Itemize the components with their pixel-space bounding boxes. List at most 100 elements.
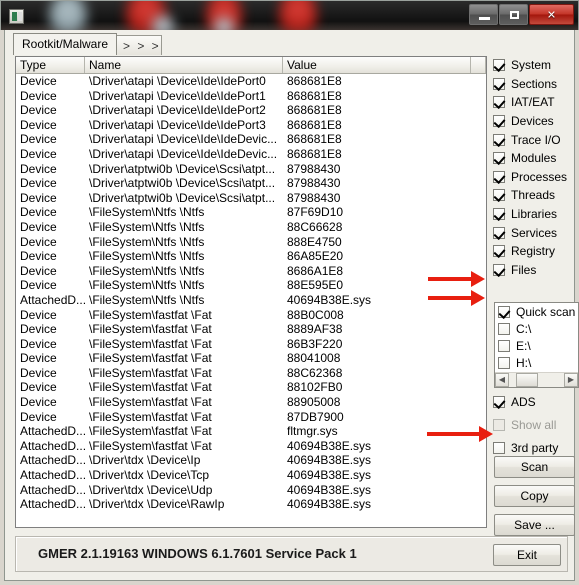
cell-value: 868681E8 [287, 132, 342, 147]
drive-list-hscrollbar[interactable]: ◀ ▶ [495, 372, 578, 387]
option-services[interactable]: Services [493, 223, 579, 242]
option-processes[interactable]: Processes [493, 168, 579, 187]
cell-type: Device [20, 176, 57, 191]
tab-label: > > > [123, 39, 161, 53]
cell-type: Device [20, 103, 57, 118]
exit-button[interactable]: Exit [493, 544, 561, 566]
option-files[interactable]: Files [493, 261, 579, 280]
checkbox-icon[interactable] [493, 263, 505, 276]
tab-more[interactable]: > > > [114, 35, 162, 55]
checkbox-icon[interactable] [493, 441, 505, 454]
title-bar[interactable]: ✕ [0, 0, 579, 30]
checkbox-icon[interactable] [493, 170, 505, 183]
table-row[interactable]: Device \Driver\atapi \Device\Ide\IdeDevic… [16, 132, 486, 147]
checkbox-icon[interactable] [493, 77, 505, 90]
column-header-value[interactable]: Value [283, 57, 471, 73]
cell-name: \FileSystem\fastfat \Fat [89, 424, 212, 439]
save-button[interactable]: Save ... [494, 514, 575, 536]
maximize-button[interactable] [499, 4, 528, 25]
table-row[interactable]: Device \FileSystem\fastfat \Fat 8889AF38 [16, 322, 486, 337]
window-controls: ✕ [469, 4, 574, 25]
checkbox-icon[interactable] [498, 339, 510, 352]
checkbox-icon[interactable] [493, 59, 505, 72]
checkbox-icon[interactable] [493, 152, 505, 165]
checkbox-label: Trace I/O [511, 132, 561, 147]
checkbox-icon[interactable] [493, 115, 505, 128]
checkbox-icon[interactable] [493, 208, 505, 221]
option-libraries[interactable]: Libraries [493, 205, 579, 224]
checkbox-label: System [511, 58, 552, 73]
table-row[interactable]: Device \FileSystem\Ntfs \Ntfs 8686A1E8 [16, 264, 486, 279]
table-row[interactable]: Device \FileSystem\fastfat \Fat 87DB7900 [16, 410, 486, 425]
table-row[interactable]: AttachedD... \FileSystem\Ntfs \Ntfs 40694B… [16, 293, 486, 308]
table-row[interactable]: Device \FileSystem\Ntfs \Ntfs 888E4750 [16, 235, 486, 250]
table-row[interactable]: Device \Driver\atapi \Device\Ide\IdePort0… [16, 74, 486, 89]
option-modules[interactable]: Modules [493, 149, 579, 168]
checkbox-icon[interactable] [493, 226, 505, 239]
option-system[interactable]: System [493, 56, 579, 75]
table-row[interactable]: AttachedD... \Driver\tdx \Device\Ip 40694B… [16, 453, 486, 468]
checkbox-icon[interactable] [498, 322, 510, 335]
table-row[interactable]: Device \FileSystem\Ntfs \Ntfs 86A85E20 [16, 249, 486, 264]
close-button[interactable]: ✕ [529, 4, 574, 25]
table-row[interactable]: Device \Driver\atapi \Device\Ide\IdePort3… [16, 118, 486, 133]
table-row[interactable]: Device \FileSystem\Ntfs \Ntfs 88C66628 [16, 220, 486, 235]
copy-button[interactable]: Copy [494, 485, 575, 507]
option-threads[interactable]: Threads [493, 186, 579, 205]
checkbox-icon[interactable] [493, 245, 505, 258]
option-iat-eat[interactable]: IAT/EAT [493, 93, 579, 112]
option-devices[interactable]: Devices [493, 112, 579, 131]
option-sections[interactable]: Sections [493, 75, 579, 94]
results-list[interactable]: Type Name Value Device \Driver\atapi \Dev… [15, 56, 487, 528]
checkbox-icon[interactable] [493, 395, 505, 408]
table-row[interactable]: AttachedD... \FileSystem\fastfat \Fat fltm… [16, 424, 486, 439]
drive-list[interactable]: Quick scan C:\ E:\ H:\ ◀ ▶ [494, 302, 579, 388]
cell-value: 87F69D10 [287, 205, 344, 220]
option-trace-i-o[interactable]: Trace I/O [493, 130, 579, 149]
checkbox-icon[interactable] [498, 356, 510, 369]
checkbox-icon[interactable] [493, 96, 505, 109]
table-row[interactable]: AttachedD... \Driver\tdx \Device\Tcp 40694… [16, 468, 486, 483]
checkbox-icon[interactable] [493, 133, 505, 146]
table-row[interactable]: Device \Driver\atapi \Device\Ide\IdePort2… [16, 103, 486, 118]
drive-c[interactable]: C:\ [495, 320, 578, 337]
tab-rootkit-malware[interactable]: Rootkit/Malware [13, 33, 118, 55]
cell-name: \Driver\atapi \Device\Ide\IdeDevic... [89, 146, 278, 161]
minimize-button[interactable] [469, 4, 498, 25]
scroll-right-icon[interactable]: ▶ [564, 373, 578, 387]
scan-button[interactable]: Scan [494, 456, 575, 478]
checkbox-label: ADS [511, 394, 536, 409]
drive-h[interactable]: H:\ [495, 354, 578, 371]
table-row[interactable]: Device \FileSystem\fastfat \Fat 88905008 [16, 395, 486, 410]
checkbox-icon[interactable] [493, 189, 505, 202]
table-row[interactable]: Device \FileSystem\fastfat \Fat 88B0C008 [16, 308, 486, 323]
cell-type: AttachedD... [20, 482, 85, 497]
table-row[interactable]: Device \FileSystem\Ntfs \Ntfs 87F69D10 [16, 205, 486, 220]
table-row[interactable]: Device \FileSystem\fastfat \Fat 86B3F220 [16, 337, 486, 352]
tab-strip: Rootkit/Malware > > > [13, 33, 566, 55]
table-row[interactable]: Device \FileSystem\Ntfs \Ntfs 88E595E0 [16, 278, 486, 293]
scroll-left-icon[interactable]: ◀ [495, 373, 509, 387]
table-row[interactable]: Device \Driver\atptwi0b \Device\Scsi\atpt… [16, 162, 486, 177]
table-row[interactable]: Device \FileSystem\fastfat \Fat 88102FB0 [16, 380, 486, 395]
option-registry[interactable]: Registry [493, 242, 579, 261]
cell-value: 88041008 [287, 351, 341, 366]
column-header-name[interactable]: Name [85, 57, 283, 73]
table-row[interactable]: Device \Driver\atapi \Device\Ide\IdePort1… [16, 89, 486, 104]
table-row[interactable]: Device \Driver\atapi \Device\Ide\IdeDevic… [16, 147, 486, 162]
table-row[interactable]: AttachedD... \Driver\tdx \Device\Udp 40694… [16, 483, 486, 498]
column-header-type[interactable]: Type [16, 57, 85, 73]
scrollbar-thumb[interactable] [516, 373, 538, 387]
checkbox-icon[interactable] [498, 305, 510, 318]
option-ads[interactable]: ADS [493, 390, 579, 413]
table-row[interactable]: AttachedD... \FileSystem\fastfat \Fat 4069… [16, 439, 486, 454]
table-row[interactable]: Device \FileSystem\fastfat \Fat 88041008 [16, 351, 486, 366]
drive-e[interactable]: E:\ [495, 337, 578, 354]
table-row[interactable]: Device \FileSystem\fastfat \Fat 88C62368 [16, 366, 486, 381]
drive-quick-scan[interactable]: Quick scan [495, 303, 578, 320]
cell-type: Device [20, 380, 57, 395]
cell-type: Device [20, 132, 57, 147]
table-row[interactable]: AttachedD... \Driver\tdx \Device\RawIp 406… [16, 497, 486, 512]
table-row[interactable]: Device \Driver\atptwi0b \Device\Scsi\atpt… [16, 176, 486, 191]
table-row[interactable]: Device \Driver\atptwi0b \Device\Scsi\atpt… [16, 191, 486, 206]
